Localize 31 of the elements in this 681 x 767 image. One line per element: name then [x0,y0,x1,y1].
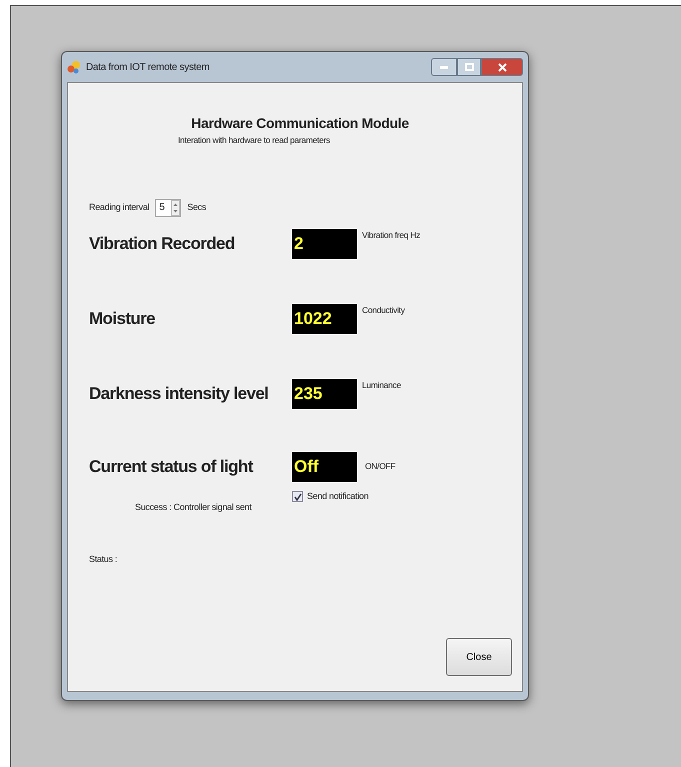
interval-unit: Secs [187,201,206,214]
unit-label: Conductivity [362,304,405,316]
reading-label: Current status of light [89,456,254,478]
status-message: Success : Controller signal sent [135,501,253,514]
close-icon [498,62,506,72]
interval-spinner[interactable]: 5 [155,198,182,217]
reading-label: Darkness intensity level [89,383,270,405]
reading-label: Vibration Recorded [89,233,236,255]
reading-value: 1022 [292,304,357,334]
unit-label: ON/OFF [365,460,396,474]
close-button[interactable]: Close [446,638,512,676]
close-window-button[interactable] [481,58,523,76]
checkbox-label: Send notification [307,490,368,503]
interval-label: Reading interval [89,201,150,214]
maximize-icon [464,63,474,71]
unit-label: Luminance [362,378,401,392]
heading: Hardware Communication Module [190,114,410,133]
reading-label: Moisture [89,308,156,330]
maximize-button[interactable] [457,58,481,76]
notification-checkbox[interactable] [292,491,303,502]
status-label: Status : [89,552,118,566]
spinner-arrows-icon[interactable] [171,200,180,216]
window-title: Data from IOT remote system [86,60,210,74]
unit-label: Vibration freq Hz [362,228,420,242]
reading-value: 2 [292,228,357,259]
minimize-icon [440,66,448,68]
app-icon [67,60,81,74]
subheading: Interation with hardware to read parameters [178,134,331,147]
reading-value: 235 [292,378,357,409]
reading-value: Off [292,452,357,482]
minimize-button[interactable] [431,58,457,76]
